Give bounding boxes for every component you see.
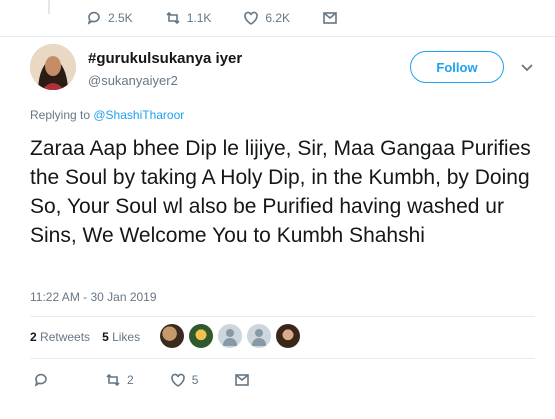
follow-button[interactable]: Follow xyxy=(410,51,504,83)
mention-link[interactable]: @ShashiTharoor xyxy=(93,108,184,122)
timestamp[interactable]: 11:22 AM - 30 Jan 2019 xyxy=(30,290,157,304)
likes-stat-count: 5 xyxy=(102,330,109,344)
retweet-count: 2 xyxy=(127,373,134,387)
reply-button[interactable] xyxy=(33,372,55,388)
retweets-stat[interactable]: 2 Retweets xyxy=(30,330,90,344)
retweets-stat-count: 2 xyxy=(30,330,37,344)
divider xyxy=(0,36,555,37)
message-icon xyxy=(323,12,337,24)
avatar[interactable] xyxy=(30,44,76,90)
like-count: 6.2K xyxy=(265,11,291,25)
reply-icon xyxy=(34,373,47,387)
like-button[interactable]: 5 xyxy=(170,372,199,388)
retweet-button[interactable]: 2 xyxy=(105,372,134,388)
author-name[interactable]: #gurukulsukanya iyer xyxy=(88,50,242,67)
more-options-button[interactable] xyxy=(520,60,534,74)
thread-line xyxy=(48,0,50,14)
likers-avatars xyxy=(160,324,300,348)
chevron-down-icon xyxy=(521,64,533,72)
engagement-stats: 2 Retweets 5 Likes xyxy=(30,330,140,344)
reply-button[interactable]: 2.5K xyxy=(86,10,133,26)
retweet-button[interactable]: 1.1K xyxy=(165,10,212,26)
like-button[interactable]: 6.2K xyxy=(243,10,290,26)
message-button[interactable] xyxy=(322,10,338,26)
message-icon xyxy=(235,374,250,386)
message-button[interactable] xyxy=(234,372,250,388)
retweet-icon xyxy=(166,11,180,25)
reply-count: 2.5K xyxy=(108,11,133,25)
previous-tweet-actions: 2.5K 1.1K 6.2K xyxy=(86,10,338,26)
retweets-stat-label: Retweets xyxy=(40,330,91,344)
liker-avatar[interactable] xyxy=(160,324,184,348)
like-count: 5 xyxy=(191,373,199,387)
reply-icon xyxy=(87,11,100,25)
like-icon xyxy=(170,373,185,387)
tweet-actions: 2 5 xyxy=(33,372,286,388)
liker-avatar[interactable] xyxy=(276,324,300,348)
retweet-icon xyxy=(106,373,120,387)
liker-avatar[interactable] xyxy=(247,324,271,348)
author-handle[interactable]: @sukanyaiyer2 xyxy=(88,73,178,88)
retweet-count: 1.1K xyxy=(186,11,212,25)
likes-stat[interactable]: 5 Likes xyxy=(102,330,140,344)
liker-avatar[interactable] xyxy=(218,324,242,348)
tweet-text: Zaraa Aap bhee Dip le lijiye, Sir, Maa G… xyxy=(30,137,531,247)
divider xyxy=(30,358,535,359)
replying-to: Replying to @ShashiTharoor xyxy=(30,108,184,122)
likes-stat-label: Likes xyxy=(112,330,141,344)
divider xyxy=(30,316,535,317)
like-icon xyxy=(244,11,259,25)
liker-avatar[interactable] xyxy=(189,324,213,348)
replying-prefix: Replying to xyxy=(30,108,94,122)
